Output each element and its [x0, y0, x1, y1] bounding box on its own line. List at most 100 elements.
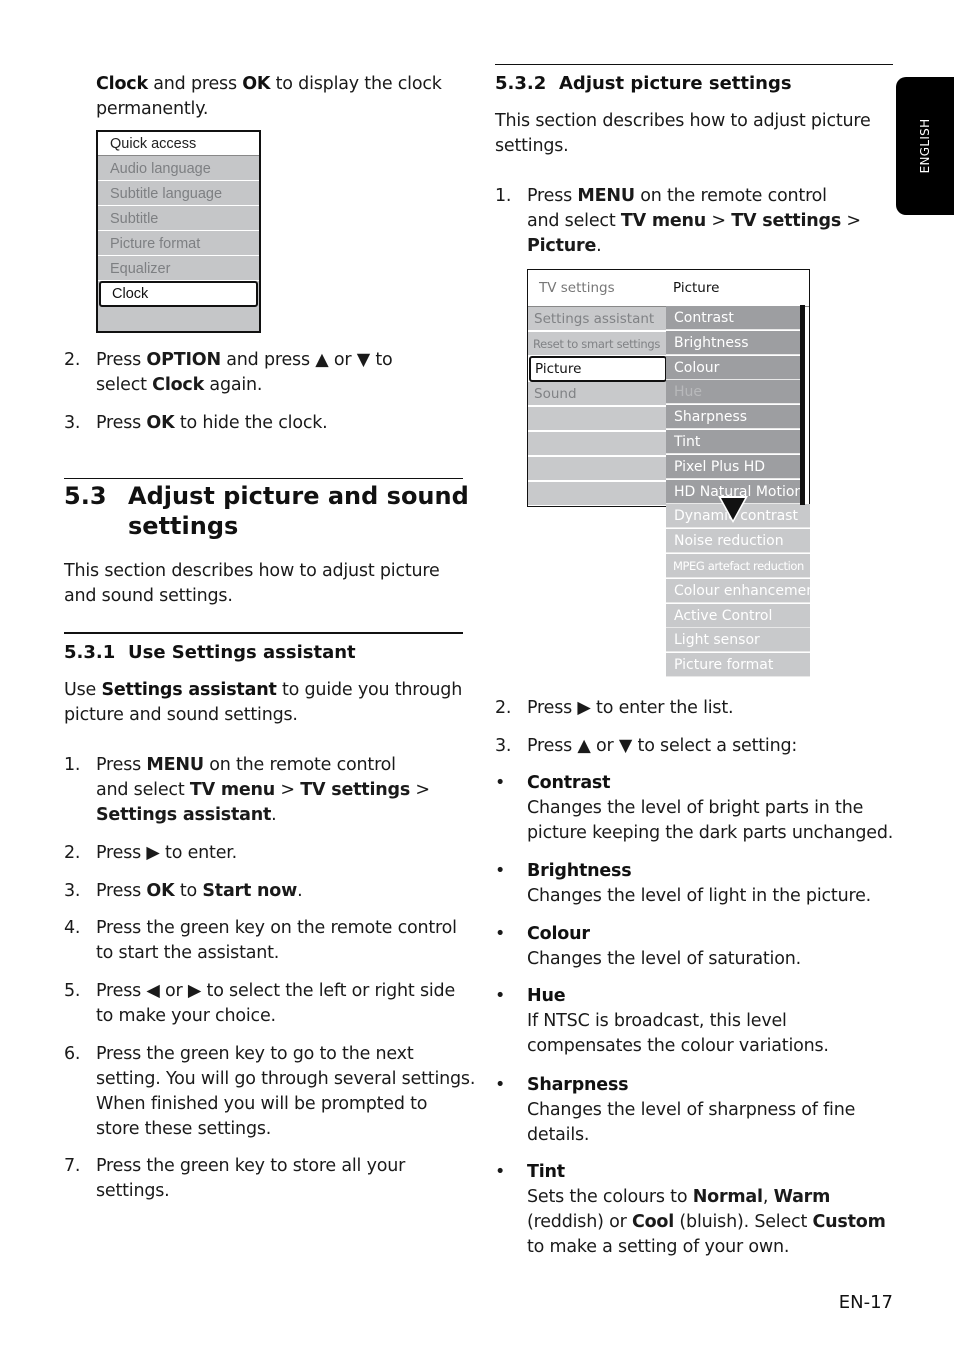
tv-menu-right-item[interactable]: Pixel Plus HD — [666, 454, 800, 479]
step-number: 4. — [64, 918, 81, 938]
tv-menu-left-item[interactable]: Picture — [529, 356, 667, 382]
step-number: 3. — [64, 413, 81, 433]
tv-menu-left-item[interactable]: Sound — [528, 382, 666, 406]
step-line: and select TV menu > TV settings > — [96, 780, 430, 800]
setting-description-line: compensates the colour variations. — [527, 1036, 829, 1056]
step-text: Press ▲ or ▼ to select a setting: — [527, 734, 797, 759]
step-line: Press the green key to go to the next — [96, 1044, 414, 1064]
step-text: Press the green key to go to the next set… — [96, 1042, 475, 1142]
clock-intro-line: permanently. — [96, 99, 209, 119]
section-title-line: settings — [128, 512, 239, 540]
quick-access-item[interactable]: Subtitle language — [98, 182, 259, 206]
step-line: select Clock again. — [96, 375, 263, 395]
clock-intro: Clock and press OK to display the clock … — [96, 72, 442, 122]
step-text: Press MENU on the remote control and sele… — [527, 184, 861, 259]
subsection-number: 5.3.1 — [64, 642, 116, 663]
tv-menu-right-item[interactable]: MPEG artefact reduction — [666, 554, 810, 578]
step-text: Press ◀ or ▶ to select the left or right… — [96, 979, 455, 1029]
tv-menu-right-item[interactable]: Noise reduction — [666, 529, 810, 554]
tv-menu-left-item[interactable]: Settings assistant — [528, 307, 666, 331]
setting-description-line: Changes the level of saturation. — [527, 949, 801, 969]
setting-description-line: to make a setting of your own. — [527, 1237, 790, 1257]
tv-menu-right-item[interactable]: Active Control — [666, 603, 810, 628]
setting-name: Colour — [527, 924, 590, 944]
step-line: and select TV menu > TV settings > — [527, 211, 861, 231]
intro-line: Use Settings assistant to guide you thro… — [64, 680, 463, 700]
step-text: Press the green key on the remote contro… — [96, 916, 457, 966]
setting-name: Contrast — [527, 773, 611, 793]
subsection-number: 5.3.2 — [495, 73, 547, 94]
tv-menu-left-item[interactable]: Reset to smart settings — [528, 332, 666, 356]
clock-intro-line: Clock and press OK to display the clock — [96, 74, 442, 94]
section-title-line: Adjust picture and sound — [128, 482, 469, 510]
step-line: Press ◀ or ▶ to select the left or right… — [96, 981, 456, 1001]
tv-menu-empty-row — [528, 432, 666, 456]
step-line: to start the assistant. — [96, 943, 280, 963]
step-number: 1. — [64, 755, 81, 775]
step-line: Press ▶ to enter. — [96, 843, 238, 863]
step-line: Press OPTION and press ▲ or ▼ to — [96, 350, 393, 370]
quick-access-item[interactable]: Subtitle — [98, 207, 259, 231]
tv-menu-right-item[interactable]: Light sensor — [666, 628, 810, 653]
step-line: Press MENU on the remote control — [96, 755, 396, 775]
step-line: to make your choice. — [96, 1006, 276, 1026]
setting-name: Hue — [527, 986, 566, 1006]
setting-description-line: Changes the level of bright parts in the — [527, 798, 864, 818]
step-line: Picture. — [527, 236, 602, 256]
tv-menu-right-item[interactable]: Tint — [666, 430, 800, 454]
bullet-icon: • — [495, 924, 506, 944]
setting-description-line: Changes the level of sharpness of fine — [527, 1100, 856, 1120]
bullet-icon: • — [495, 986, 506, 1006]
setting-description-line: picture keeping the dark parts unchanged… — [527, 823, 894, 843]
quick-access-item[interactable]: Equalizer — [98, 257, 259, 281]
setting-description-text: Contrast Changes the level of bright part… — [527, 771, 893, 846]
tv-menu-empty-row — [528, 407, 666, 431]
setting-description-text: Tint Sets the colours to Normal, Warm (red… — [527, 1160, 886, 1260]
subsection-title: Use Settings assistant — [128, 642, 356, 663]
step-line: Press OK to Start now. — [96, 881, 303, 901]
tv-menu-right-item[interactable]: Hue — [666, 380, 800, 405]
step-number: 3. — [64, 881, 81, 901]
intro-line: picture and sound settings. — [64, 705, 298, 725]
tv-menu-right-item[interactable]: Colour — [666, 355, 800, 380]
intro-line: This section describes how to adjust pic… — [64, 561, 440, 581]
intro-line: settings. — [495, 136, 569, 156]
setting-name: Sharpness — [527, 1075, 629, 1095]
step-line: Press MENU on the remote control — [527, 186, 827, 206]
quick-access-title: Quick access — [98, 132, 259, 156]
quick-access-item[interactable]: Clock — [99, 281, 258, 307]
tv-menu-right-item[interactable]: Contrast — [666, 306, 800, 330]
tv-menu-current: Picture — [673, 280, 720, 296]
intro-line: and sound settings. — [64, 586, 233, 606]
step-number: 2. — [64, 350, 81, 370]
subsection-divider — [495, 64, 893, 65]
tv-menu-scrollbar[interactable] — [800, 305, 805, 505]
step-number: 6. — [64, 1044, 81, 1064]
quick-access-item[interactable]: Audio language — [98, 157, 259, 181]
setting-description-line: Changes the level of light in the pictur… — [527, 886, 872, 906]
language-tab: ENGLISH — [896, 77, 954, 215]
setting-description-line: (reddish) or Cool (bluish). Select Custo… — [527, 1212, 886, 1232]
step-number: 5. — [64, 981, 81, 1001]
step-line: Press the green key on the remote contro… — [96, 918, 457, 938]
step-line: Press ▲ or ▼ to select a setting: — [527, 736, 798, 756]
tv-menu-right-item[interactable]: Brightness — [666, 330, 800, 355]
tv-menu-right-item[interactable]: Sharpness — [666, 405, 800, 430]
quick-access-item[interactable]: Picture format — [98, 232, 259, 256]
tv-menu-breadcrumb: TV settings — [539, 280, 615, 296]
setting-description-line: If NTSC is broadcast, this level — [527, 1011, 787, 1031]
step-number: 2. — [495, 698, 512, 718]
bullet-icon: • — [495, 1162, 506, 1182]
tv-menu-right-item[interactable]: Colour enhancement — [666, 578, 810, 603]
subsection-title: Adjust picture settings — [559, 73, 792, 94]
step-number: 7. — [64, 1156, 81, 1176]
subsection-divider — [64, 632, 463, 634]
setting-description-text: Hue If NTSC is broadcast, this level compe… — [527, 984, 829, 1059]
step-number: 2. — [64, 843, 81, 863]
scroll-down-arrow-icon[interactable] — [721, 498, 745, 520]
setting-name: Brightness — [527, 861, 632, 881]
setting-description-line: Sets the colours to Normal, Warm — [527, 1187, 831, 1207]
section-5-3-2-intro: This section describes how to adjust pic… — [495, 109, 871, 159]
section-5-3-intro: This section describes how to adjust pic… — [64, 559, 440, 609]
tv-menu-right-item[interactable]: Picture format — [666, 653, 810, 678]
